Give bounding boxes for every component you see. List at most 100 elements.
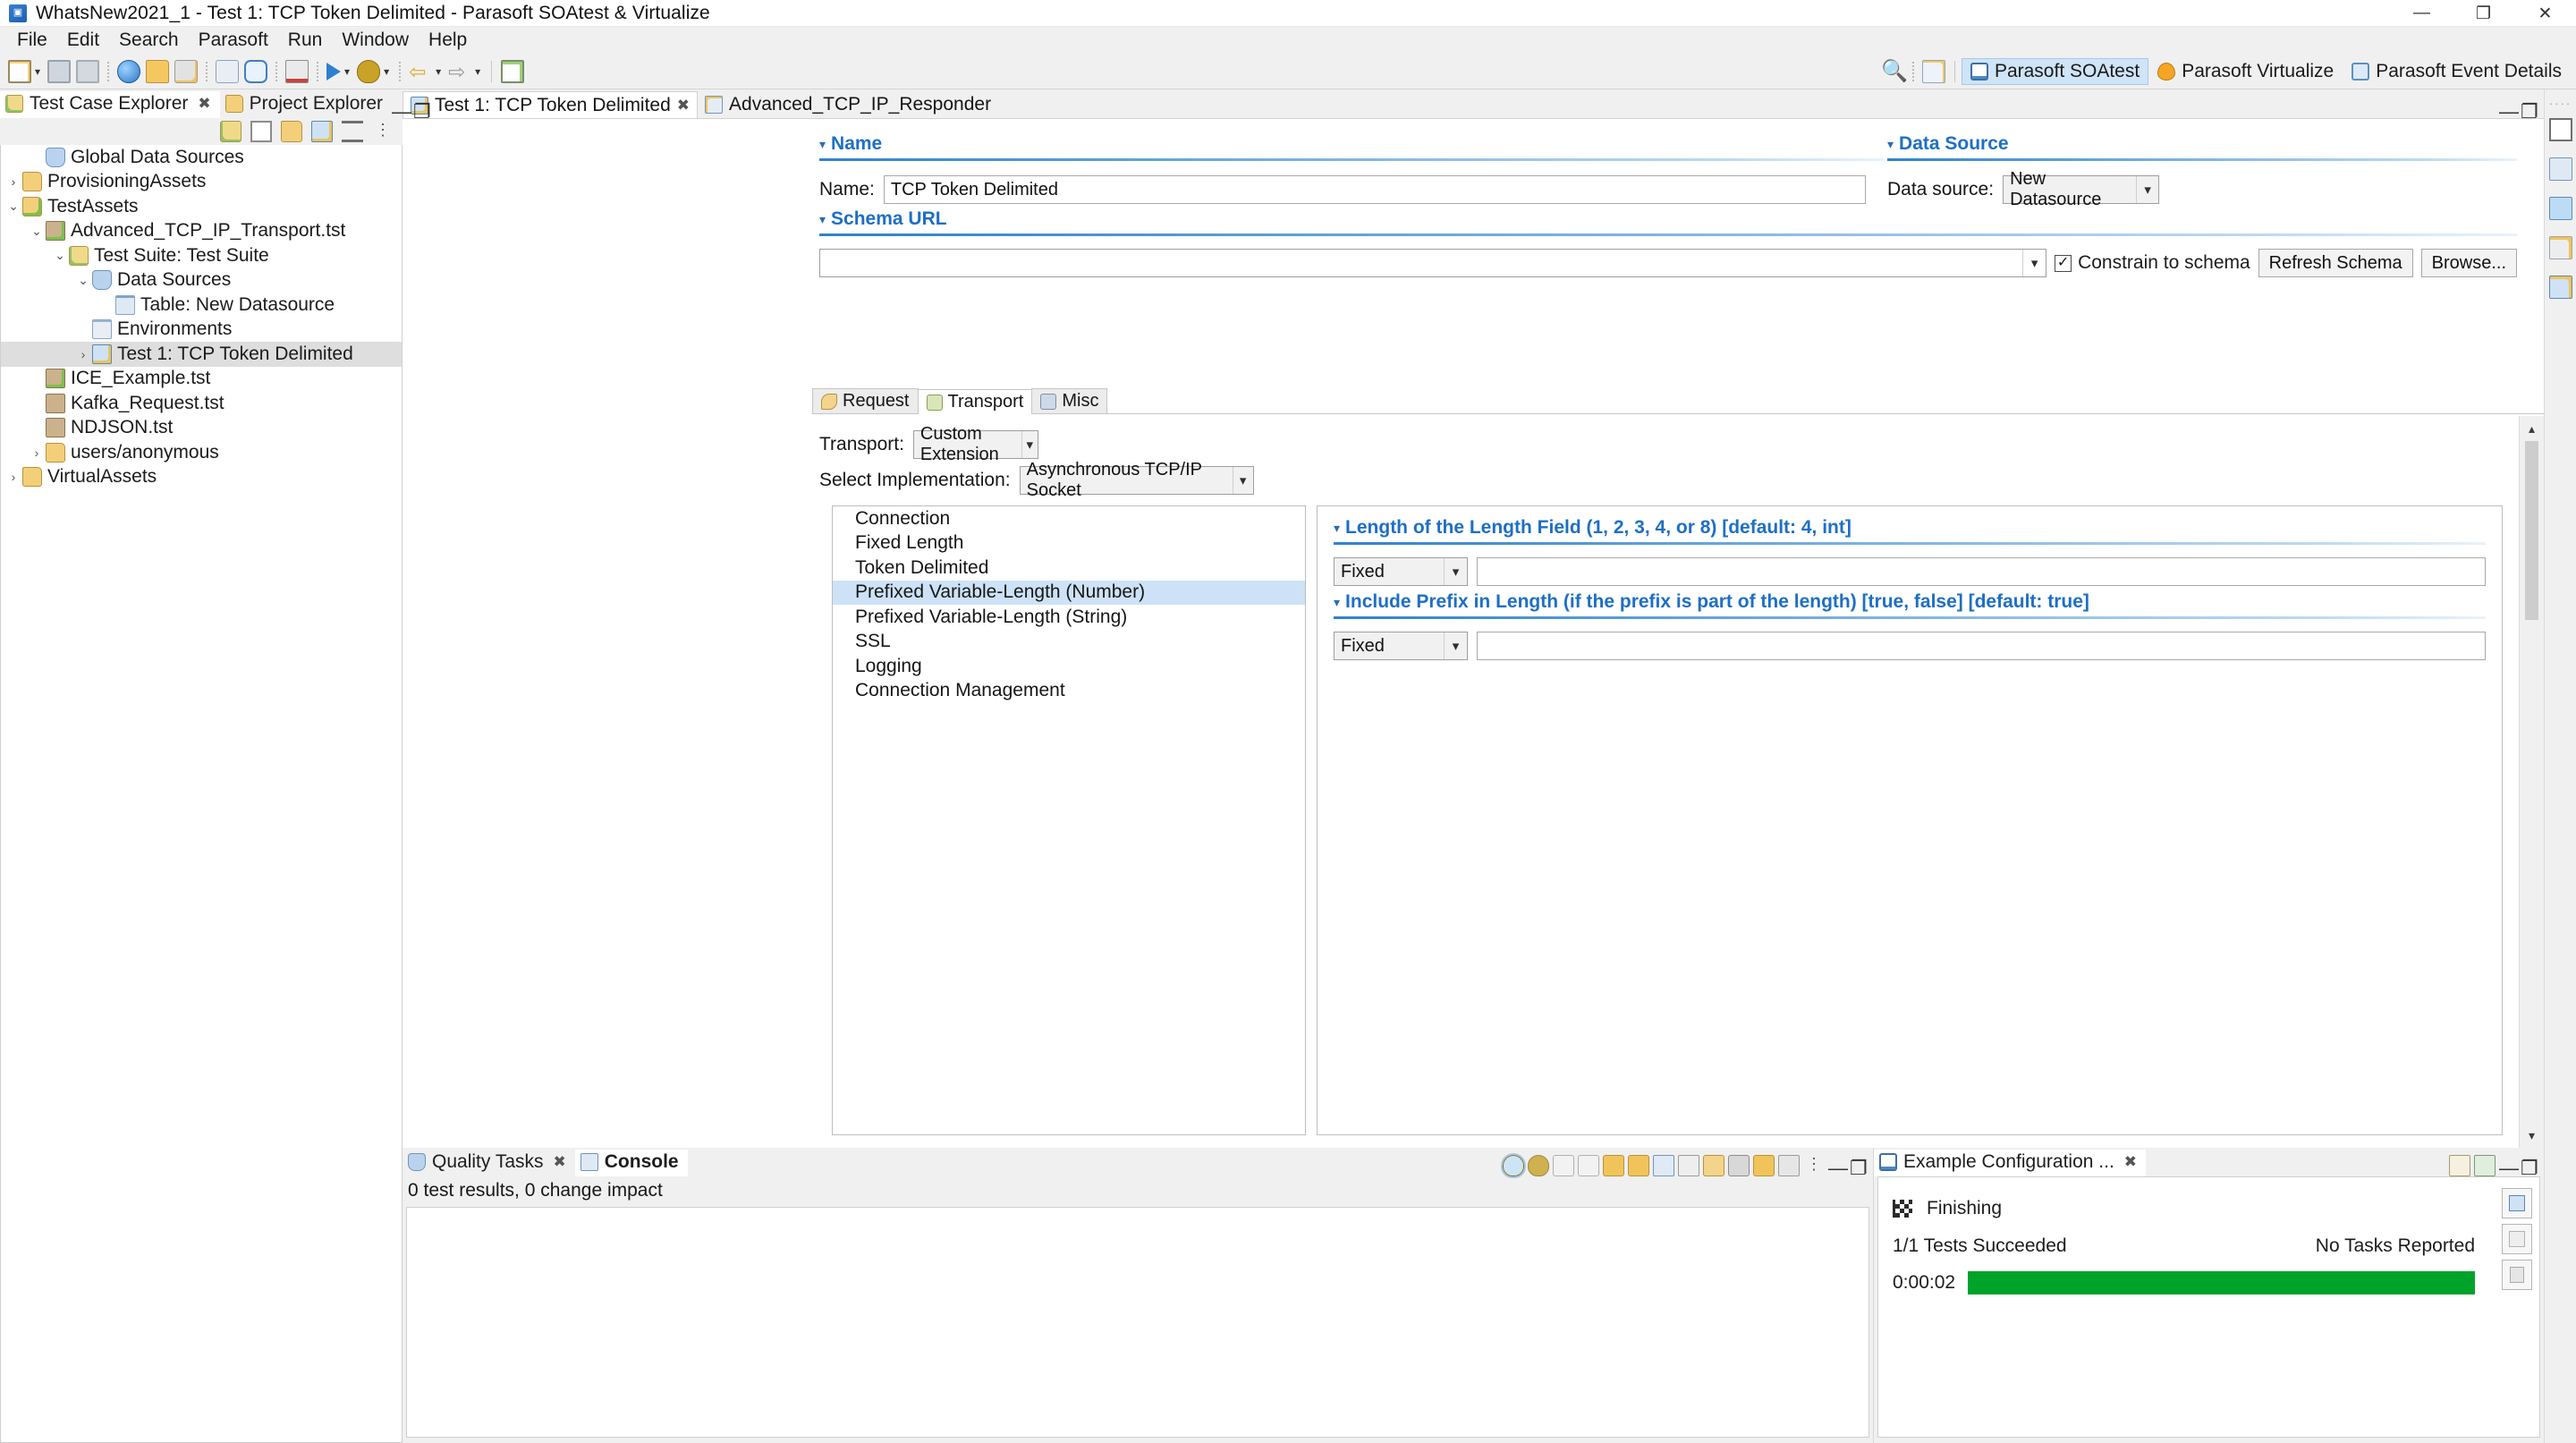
browse-button[interactable]: Browse... bbox=[2420, 249, 2517, 277]
menu-file[interactable]: File bbox=[7, 27, 57, 54]
inner-tab-transport[interactable]: Transport bbox=[917, 389, 1033, 414]
chevron-right-icon[interactable]: › bbox=[4, 470, 22, 484]
transport-option-item[interactable]: Logging bbox=[833, 654, 1305, 679]
restore-icon[interactable] bbox=[2548, 118, 2572, 141]
transport-option-item[interactable]: SSL bbox=[833, 630, 1305, 655]
report-button[interactable] bbox=[283, 56, 311, 87]
clear-console-icon[interactable] bbox=[1703, 1155, 1724, 1176]
rerun-button[interactable] bbox=[2502, 1188, 2532, 1218]
menu-search[interactable]: Search bbox=[109, 27, 189, 54]
test-case-tree[interactable]: ·Global Data Sources›ProvisioningAssets⌄… bbox=[0, 145, 402, 1443]
drag-handle[interactable]: ···· bbox=[2549, 97, 2572, 110]
maximize-window-button[interactable]: ❐ bbox=[2453, 0, 2514, 27]
transport-option-item[interactable]: Prefixed Variable-Length (Number) bbox=[833, 580, 1305, 605]
tools-button[interactable] bbox=[172, 56, 200, 87]
open-perspective-button[interactable] bbox=[1919, 56, 1948, 87]
tab-console[interactable]: Console bbox=[574, 1150, 688, 1176]
filter-icon[interactable] bbox=[311, 121, 333, 142]
run-dropdown-arrow[interactable]: ▾ bbox=[344, 65, 350, 78]
import-icon[interactable] bbox=[2474, 1155, 2496, 1176]
remove-launch-icon[interactable] bbox=[1528, 1155, 1549, 1176]
report-button[interactable] bbox=[2502, 1260, 2532, 1290]
perspective-event-details[interactable]: Parasoft Event Details bbox=[2343, 58, 2571, 85]
maximize-console-button[interactable]: ❐ bbox=[1850, 1157, 1868, 1179]
maximize-progress-button[interactable]: ❐ bbox=[2521, 1157, 2538, 1179]
quick-access-button[interactable]: 🔍 bbox=[1878, 56, 1908, 87]
maximize-editor-button[interactable]: ❐ bbox=[2521, 100, 2538, 123]
display-console-icon[interactable] bbox=[1753, 1155, 1775, 1176]
scroll-lock-down-icon[interactable] bbox=[1603, 1155, 1624, 1176]
chevron-down-icon[interactable]: ⌄ bbox=[74, 273, 92, 288]
scroll-lock-up-icon[interactable] bbox=[1628, 1155, 1649, 1176]
globe-button[interactable] bbox=[114, 56, 143, 87]
tab-project-explorer[interactable]: Project Explorer bbox=[220, 91, 392, 118]
outline-icon[interactable] bbox=[2548, 157, 2572, 181]
close-window-button[interactable]: ✕ bbox=[2514, 0, 2576, 27]
perspective-soatest[interactable]: Parasoft SOAtest bbox=[1961, 58, 2149, 85]
maximize-explorer-button[interactable]: ❐ bbox=[413, 100, 431, 123]
chevron-down-icon[interactable]: ⌄ bbox=[28, 224, 46, 239]
tree-item[interactable]: › ProvisioningAssets bbox=[1, 170, 402, 195]
refresh-schema-button[interactable]: Refresh Schema bbox=[2258, 249, 2413, 277]
console-output[interactable] bbox=[406, 1207, 1869, 1438]
menu-parasoft[interactable]: Parasoft bbox=[189, 27, 278, 54]
minimize-explorer-button[interactable]: — bbox=[392, 100, 411, 123]
transport-option-item[interactable]: Prefixed Variable-Length (String) bbox=[833, 605, 1305, 630]
terminate-all-icon[interactable] bbox=[1501, 1153, 1526, 1178]
chevron-right-icon[interactable]: › bbox=[4, 174, 22, 189]
step-into-icon[interactable] bbox=[1553, 1155, 1574, 1176]
property-mode-select[interactable]: Fixed ▾ bbox=[1334, 557, 1468, 586]
events-icon[interactable] bbox=[2548, 236, 2572, 259]
menu-run[interactable]: Run bbox=[278, 27, 333, 54]
data-source-select[interactable]: New Datasource ▾ bbox=[2003, 169, 2160, 209]
back-button[interactable]: ⇦ bbox=[406, 56, 435, 87]
folder-star-button[interactable] bbox=[143, 56, 172, 87]
chevron-right-icon[interactable]: · bbox=[28, 396, 46, 411]
editor-tab-test-1[interactable]: Test 1: TCP Token Delimited ✖ bbox=[402, 91, 699, 118]
menu-edit[interactable]: Edit bbox=[57, 27, 109, 54]
step-return-icon[interactable] bbox=[1578, 1155, 1599, 1176]
tab-quality-tasks[interactable]: Quality Tasks ✖ bbox=[402, 1150, 575, 1176]
new-window-button[interactable] bbox=[498, 56, 527, 87]
chevron-down-icon[interactable]: ⌄ bbox=[51, 248, 69, 263]
traffic-icon[interactable] bbox=[2548, 197, 2572, 220]
tree-item[interactable]: ⌄ Test Suite: Test Suite bbox=[1, 243, 402, 268]
sync-icon[interactable] bbox=[342, 121, 363, 142]
tree-item[interactable]: › Test 1: TCP Token Delimited bbox=[1, 342, 402, 367]
scroll-down-button[interactable]: ▾ bbox=[2520, 1123, 2544, 1148]
tasks-button[interactable] bbox=[2502, 1224, 2532, 1254]
constrain-to-schema-checkbox[interactable]: ✓ Constrain to schema bbox=[2055, 252, 2250, 274]
chevron-down-icon[interactable]: ▾ bbox=[819, 137, 826, 152]
minimize-editor-button[interactable]: — bbox=[2499, 100, 2519, 123]
tree-item[interactable]: ⌄ TestAssets bbox=[1, 194, 402, 219]
tree-item[interactable]: › VirtualAssets bbox=[1, 465, 402, 490]
view-menu-icon[interactable]: ⋮ bbox=[1803, 1155, 1825, 1176]
forward-dropdown-arrow[interactable]: ▾ bbox=[475, 65, 480, 78]
chevron-right-icon[interactable]: · bbox=[74, 322, 92, 336]
tree-item[interactable]: ⌄ Data Sources bbox=[1, 268, 402, 293]
tree-item[interactable]: · Environments bbox=[1, 318, 402, 343]
tree-item[interactable]: · ICE_Example.tst bbox=[1, 367, 402, 392]
name-input[interactable]: TCP Token Delimited bbox=[883, 175, 1866, 204]
view-menu-icon[interactable]: ⋮ bbox=[372, 121, 394, 142]
back-dropdown-arrow[interactable]: ▾ bbox=[436, 65, 441, 78]
minimize-progress-button[interactable]: — bbox=[2499, 1157, 2519, 1179]
link-button[interactable] bbox=[242, 56, 270, 87]
save-button[interactable] bbox=[45, 56, 73, 87]
chevron-down-icon[interactable]: ⌄ bbox=[4, 199, 22, 214]
tree-item[interactable]: › users/anonymous bbox=[1, 440, 402, 465]
inner-tab-misc[interactable]: Misc bbox=[1031, 388, 1108, 413]
close-icon[interactable]: ✖ bbox=[2124, 1153, 2137, 1171]
editor-tab-responder[interactable]: Advanced_TCP_IP_Responder bbox=[698, 91, 998, 118]
minimize-window-button[interactable]: — bbox=[2391, 0, 2453, 27]
tree-item[interactable]: · Global Data Sources bbox=[1, 145, 402, 170]
run-button[interactable] bbox=[324, 56, 343, 87]
editor-scrollbar[interactable]: ▴ ▾ bbox=[2519, 416, 2544, 1148]
tree-item[interactable]: · Table: New Datasource bbox=[1, 293, 402, 318]
copy-icon[interactable] bbox=[2449, 1155, 2470, 1176]
save-all-button[interactable] bbox=[73, 56, 102, 87]
chevron-right-icon[interactable]: · bbox=[28, 371, 46, 386]
inner-tab-request[interactable]: Request bbox=[812, 388, 919, 413]
tree-item[interactable]: · NDJSON.tst bbox=[1, 416, 402, 441]
chevron-down-icon[interactable]: ▾ bbox=[1334, 521, 1340, 536]
